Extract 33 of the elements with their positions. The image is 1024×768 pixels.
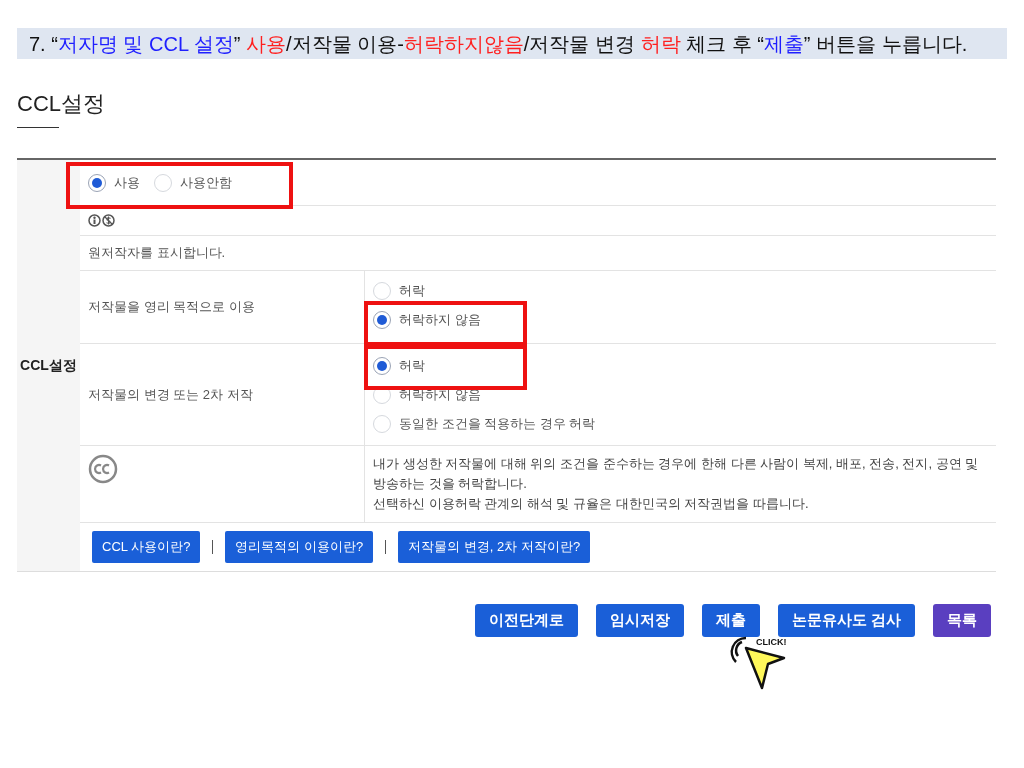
radio-label[interactable]: 허락 <box>399 280 425 301</box>
radio-button[interactable] <box>88 173 106 192</box>
action-button[interactable]: 제출 <box>701 604 760 637</box>
help-button[interactable]: 저작물의 변경, 2차 저작이란? <box>398 531 591 563</box>
action-button[interactable]: 이전단계로 <box>474 604 578 637</box>
radio-label[interactable]: 사용안함 <box>180 172 232 193</box>
action-button[interactable]: 목록 <box>933 604 991 637</box>
help-button[interactable]: 영리목적의 이용이란? <box>225 531 374 563</box>
action-button[interactable]: 논문유사도 검사 <box>777 604 915 637</box>
section-title: CCL설정 <box>17 90 106 117</box>
radio-button[interactable] <box>154 173 172 192</box>
radio-label[interactable]: 허락 <box>399 355 425 376</box>
radio-label[interactable]: 동일한 조건을 적용하는 경우 허락 <box>399 413 596 434</box>
attribution-icon <box>88 214 101 227</box>
instruction-text: 7. “저자명 및 CCL 설정” 사용/저작물 이용-허락하지않음/저작물 변경 허락 체크 후 “제출” 버튼을 누릅니다. <box>29 31 968 57</box>
help-button[interactable]: CCL 사용이란? <box>92 531 201 563</box>
description-text: 원저작자를 표시합니다. <box>88 244 226 263</box>
radio-label[interactable]: 허락하지 않음 <box>399 309 481 330</box>
radio-label[interactable]: 허락하지 않음 <box>399 384 481 405</box>
click-label: CLICK! <box>756 637 787 648</box>
cc-logo-icon <box>88 454 118 484</box>
action-button[interactable]: 임시저장 <box>595 604 684 637</box>
radio-button[interactable] <box>373 310 391 329</box>
radio-button[interactable] <box>373 356 391 375</box>
row-label: CCL설정 <box>20 356 77 375</box>
radio-button[interactable] <box>373 281 391 300</box>
radio-label[interactable]: 사용 <box>114 172 140 193</box>
condition-label: 저작물의 변경 또는 2차 저작 <box>88 385 253 404</box>
noncommercial-icon <box>102 214 115 227</box>
notice-text: 내가 생성한 저작물에 대해 위의 조건을 준수하는 경우에 한해 다른 사람이 복제, 배포, 전송, 전지, 공연 및 방송하는 것을 허락합니다. <box>373 455 980 493</box>
notice-text: 선택하신 이용허락 관계의 해석 및 규율은 대한민국의 저작권법을 따릅니다. <box>373 495 810 513</box>
condition-label: 저작물을 영리 목적으로 이용 <box>88 298 255 317</box>
radio-button[interactable] <box>373 414 391 433</box>
